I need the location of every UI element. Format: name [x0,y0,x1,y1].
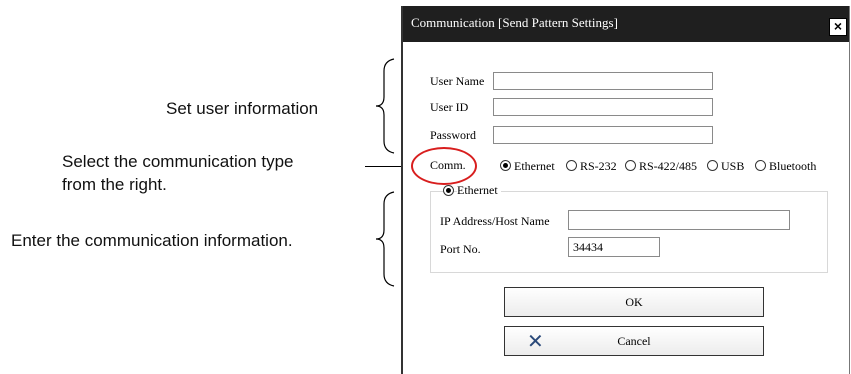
radio-label-usb[interactable]: USB [721,159,744,174]
radio-bluetooth[interactable] [755,160,766,171]
radio-usb[interactable] [707,160,718,171]
user-name-input[interactable] [493,72,713,90]
password-label: Password [430,128,477,142]
radio-ethernet[interactable] [500,160,511,171]
radio-rs232[interactable] [566,160,577,171]
ip-address-input[interactable] [568,210,790,230]
radio-label-rs232[interactable]: RS-232 [580,159,617,174]
annotation-enter-comm-info: Enter the communication information. [11,231,293,250]
dialog-titlebar: Communication [Send Pattern Settings] × [403,6,849,42]
annotation-select-comm-line2: from the right. [62,175,167,194]
radio-rs422-485[interactable] [625,160,636,171]
cancel-x-icon: ✕ [527,329,544,353]
user-name-label: User Name [430,74,485,88]
port-label: Port No. [440,242,481,256]
close-icon[interactable]: × [829,18,847,36]
annotation-select-comm-line1: Select the communication type [62,152,294,171]
ethernet-group-radio[interactable] [443,185,454,196]
password-input[interactable] [493,126,713,144]
ethernet-settings-group [430,191,828,273]
ok-button[interactable]: OK [504,287,764,317]
user-id-input[interactable] [493,98,713,116]
port-input[interactable] [568,237,660,257]
dialog-title: Communication [Send Pattern Settings] [411,15,618,30]
cancel-button[interactable]: ✕ Cancel [504,326,764,356]
radio-label-bluetooth[interactable]: Bluetooth [769,159,816,174]
brace-user-info [375,58,395,154]
ip-address-label: IP Address/Host Name [440,214,550,228]
ethernet-group-title: Ethernet [457,183,501,198]
radio-label-rs422-485[interactable]: RS-422/485 [639,159,697,174]
radio-label-ethernet[interactable]: Ethernet [514,159,555,174]
send-pattern-settings-dialog: Communication [Send Pattern Settings] × … [401,6,850,374]
annotation-set-user-info: Set user information [166,99,319,118]
comm-highlight-ellipse [411,147,477,185]
cancel-button-label: Cancel [617,334,651,348]
brace-comm-info [375,191,395,287]
user-id-label: User ID [430,100,469,114]
